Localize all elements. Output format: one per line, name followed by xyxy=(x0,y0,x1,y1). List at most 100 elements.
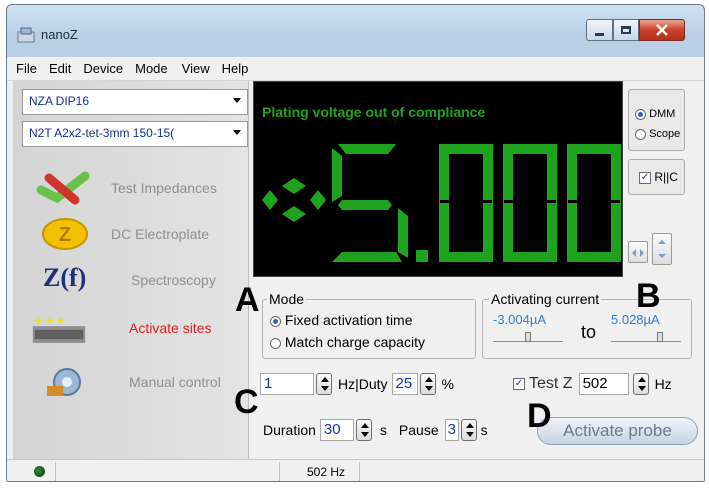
pause-label: Pause xyxy=(398,422,439,438)
manual-control-icon xyxy=(47,368,81,396)
rc-group: ✓ R||C xyxy=(628,159,685,195)
reading-decimal xyxy=(416,250,428,262)
hz-spinner[interactable] xyxy=(316,373,332,395)
current-min-value: -3.004µA xyxy=(493,312,547,327)
duration-label: Duration xyxy=(263,422,316,438)
menu-mode[interactable]: Mode xyxy=(129,61,174,76)
test-impedance-icon xyxy=(36,171,90,205)
test-z-spinner[interactable] xyxy=(632,373,649,395)
current-min-thumb[interactable] xyxy=(525,332,531,342)
display-reading xyxy=(262,144,621,262)
nav-label-spectroscopy: Spectroscopy xyxy=(131,272,216,288)
test-z-unit: Hz xyxy=(654,376,672,392)
minimize-icon xyxy=(595,32,604,36)
rc-option[interactable]: ✓ R||C xyxy=(639,170,678,184)
hz-duty-label: Hz|Duty xyxy=(338,376,388,392)
match-charge-label: Match charge capacity xyxy=(284,334,425,350)
arrow-down-icon xyxy=(658,254,666,258)
mode-title: Mode xyxy=(267,291,307,307)
mode-option-fixed[interactable]: Fixed activation time xyxy=(270,312,413,328)
duration-row: Duration 30 s Pause 3 s xyxy=(263,419,488,441)
pause-spinner[interactable] xyxy=(460,419,477,441)
close-icon xyxy=(656,24,668,36)
reading-sign xyxy=(262,178,326,222)
nav-manual-control[interactable]: Manual control xyxy=(13,359,249,405)
nav-dc-electroplate[interactable]: Z DC Electroplate xyxy=(13,211,249,257)
reading-digit-5 xyxy=(332,144,408,262)
nav-spectroscopy[interactable]: Z(f) Spectroscopy xyxy=(13,257,249,303)
fixed-time-radio[interactable] xyxy=(270,315,281,327)
menu-help[interactable]: Help xyxy=(216,61,255,76)
dmm-radio[interactable] xyxy=(635,108,646,120)
connection-led-icon xyxy=(34,466,45,477)
mode-group: Mode Fixed activation time Match charge … xyxy=(262,291,476,359)
maximize-button[interactable] xyxy=(613,19,639,41)
client-area: NZA DIP16 N2T A2x2-tet-3mm 150-15( Test … xyxy=(7,81,704,459)
app-window: nanoZ File Edit Device Mode View Help NZ… xyxy=(6,4,705,482)
frequency-row: 1 Hz|Duty 25 % xyxy=(260,373,454,395)
spectroscopy-icon: Z(f) xyxy=(43,263,87,292)
rc-label: R||C xyxy=(654,170,678,184)
arrow-right-icon xyxy=(640,249,644,257)
probe-select[interactable]: N2T A2x2-tet-3mm 150-15( xyxy=(22,121,248,147)
scroll-left-right[interactable] xyxy=(628,241,648,263)
chevron-down-icon xyxy=(233,130,241,135)
left-panel: NZA DIP16 N2T A2x2-tet-3mm 150-15( Test … xyxy=(13,81,249,459)
display-mode-group: DMM Scope xyxy=(628,89,685,151)
test-z-checkbox[interactable]: ✓ xyxy=(513,378,525,390)
fixed-time-label: Fixed activation time xyxy=(284,312,413,328)
menu-file[interactable]: File xyxy=(10,61,43,76)
arrow-up-icon xyxy=(658,240,666,244)
nav-label-dc-electroplate: DC Electroplate xyxy=(111,226,210,242)
current-max-thumb[interactable] xyxy=(657,332,663,342)
window-title: nanoZ xyxy=(41,27,78,42)
status-divider xyxy=(279,462,280,481)
dmm-label: DMM xyxy=(649,108,676,120)
duration-spinner[interactable] xyxy=(355,419,372,441)
status-divider xyxy=(359,462,360,481)
annotation-c: C xyxy=(234,383,259,421)
match-charge-radio[interactable] xyxy=(270,337,281,349)
current-max-slider[interactable] xyxy=(611,330,681,342)
annotation-a: A xyxy=(235,281,260,319)
nav-label-manual-control: Manual control xyxy=(129,374,221,390)
minimize-button[interactable] xyxy=(586,19,613,41)
app-icon xyxy=(17,27,35,43)
menu-view[interactable]: View xyxy=(176,61,216,76)
activate-sites-icon: + + + xyxy=(32,312,86,343)
pause-input[interactable]: 3 xyxy=(444,419,459,441)
nav-test-impedances[interactable]: Test Impedances xyxy=(13,165,249,211)
status-divider xyxy=(55,462,56,481)
test-z-input[interactable]: 502 xyxy=(578,373,629,395)
nav-activate-sites[interactable]: + + + Activate sites xyxy=(13,305,249,351)
scroll-up-down[interactable] xyxy=(652,233,672,265)
svg-text:+ + +: + + + xyxy=(35,312,65,327)
activate-probe-button[interactable]: Activate probe xyxy=(537,417,698,445)
duration-input[interactable]: 30 xyxy=(319,419,354,441)
menu-bar: File Edit Device Mode View Help xyxy=(7,57,704,81)
scope-option[interactable]: Scope xyxy=(635,128,680,140)
current-to-label: to xyxy=(581,322,597,342)
maximize-icon xyxy=(621,26,631,34)
close-button[interactable] xyxy=(639,19,685,41)
arrow-left-icon xyxy=(632,249,636,257)
scope-radio[interactable] xyxy=(635,128,646,140)
device-select[interactable]: NZA DIP16 xyxy=(22,89,248,115)
hz-input[interactable]: 1 xyxy=(260,373,314,395)
menu-edit[interactable]: Edit xyxy=(43,61,77,76)
electroplate-icon: Z xyxy=(42,218,88,250)
duty-spinner[interactable] xyxy=(419,373,436,395)
annotation-d: D xyxy=(527,397,552,435)
rc-checkbox[interactable]: ✓ xyxy=(639,171,651,184)
annotation-b: B xyxy=(636,277,661,315)
device-select-value: NZA DIP16 xyxy=(29,94,90,108)
dmm-option[interactable]: DMM xyxy=(635,108,675,120)
nav-label-test-impedances: Test Impedances xyxy=(111,180,217,196)
mode-option-match[interactable]: Match charge capacity xyxy=(270,334,425,350)
scope-label: Scope xyxy=(649,128,681,140)
duration-unit: s xyxy=(379,422,387,438)
nav-label-activate-sites: Activate sites xyxy=(129,320,212,336)
current-min-slider[interactable] xyxy=(493,330,563,342)
menu-device[interactable]: Device xyxy=(77,61,129,76)
duty-input[interactable]: 25 xyxy=(391,373,418,395)
